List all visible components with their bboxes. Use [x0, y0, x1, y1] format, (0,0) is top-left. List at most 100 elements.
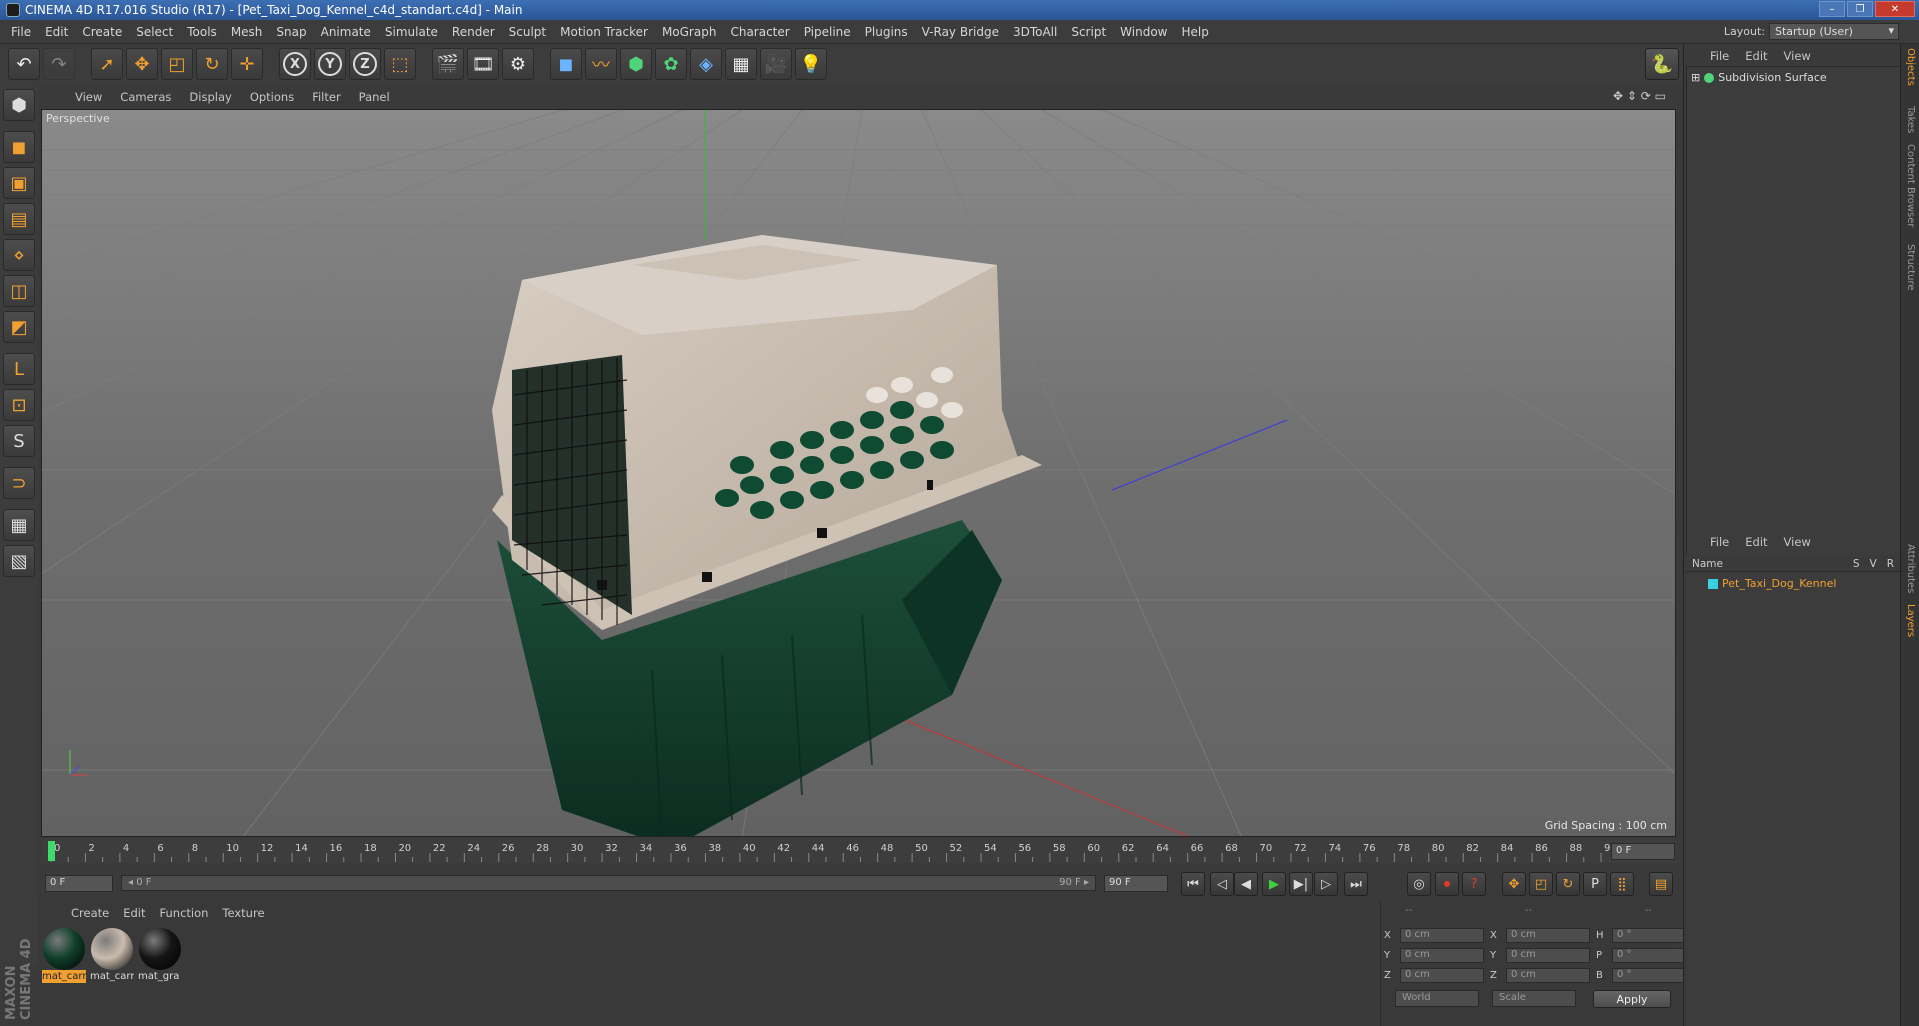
object-item-subdivision-surface[interactable]: ⊞ Subdivision Surface	[1691, 71, 1827, 84]
timeline-playhead[interactable]	[48, 841, 55, 861]
material-swatch[interactable]: mat_carr	[90, 928, 134, 988]
minimize-button[interactable]: –	[1819, 1, 1845, 17]
material-menu-texture[interactable]: Texture	[215, 906, 271, 920]
points-mode-icon[interactable]: ⋄	[3, 239, 35, 271]
redo-button[interactable]: ↷	[43, 48, 75, 80]
position-x-field[interactable]: 0 cm	[1400, 928, 1484, 943]
menu-simulate[interactable]: Simulate	[378, 25, 445, 39]
play-icon[interactable]: ▶	[1262, 872, 1286, 896]
tab-attributes[interactable]: Attributes	[1903, 544, 1918, 593]
menu-script[interactable]: Script	[1064, 25, 1113, 39]
spline-pen-icon[interactable]: 〰	[585, 48, 617, 80]
menu-edit[interactable]: Edit	[38, 25, 75, 39]
menu-vray-bridge[interactable]: V-Ray Bridge	[915, 25, 1006, 39]
menu-3dtoall[interactable]: 3DToAll	[1006, 25, 1064, 39]
tab-objects[interactable]: Objects	[1903, 48, 1918, 86]
layer-manager-list[interactable]: Pet_Taxi_Dog_Kennel	[1686, 573, 1904, 1026]
frame-range-slider[interactable]: ◂ 0 F 90 F ▸	[121, 875, 1096, 891]
viewport-menu-panel[interactable]: Panel	[350, 90, 399, 104]
array-cloner-icon[interactable]: ✿	[655, 48, 687, 80]
position-y-field[interactable]: 0 cm	[1400, 948, 1484, 963]
next-frame-icon[interactable]: ▶|	[1289, 872, 1313, 896]
current-frame-field[interactable]: 0 F	[1611, 843, 1675, 860]
scale-tool-icon[interactable]: ◰	[161, 48, 193, 80]
render-view-icon[interactable]: 🎬	[432, 48, 464, 80]
coordinate-space-dropdown[interactable]: World	[1395, 990, 1479, 1007]
z-axis-lock-button[interactable]: Z	[349, 48, 381, 80]
tweak-mode-icon[interactable]: ⊡	[3, 389, 35, 421]
record-active-objects-icon[interactable]: ⏺	[1435, 872, 1459, 896]
coordinate-system-icon[interactable]: ⬚	[384, 48, 416, 80]
menu-help[interactable]: Help	[1174, 25, 1215, 39]
render-column[interactable]: R	[1887, 558, 1894, 570]
material-menu-create[interactable]: Create	[64, 906, 116, 920]
texture-mode-icon[interactable]: ▣	[3, 167, 35, 199]
objects-menu-view[interactable]: View	[1776, 49, 1819, 63]
tab-content-browser[interactable]: Content Browser	[1903, 144, 1918, 227]
layers-menu-edit[interactable]: Edit	[1737, 535, 1775, 549]
camera-object-icon[interactable]: 🎥	[760, 48, 792, 80]
magnet-snap-icon[interactable]: ⊃	[3, 467, 35, 499]
tab-structure[interactable]: Structure	[1903, 244, 1918, 291]
viewport-menu-view[interactable]: View	[66, 90, 111, 104]
menu-pipeline[interactable]: Pipeline	[797, 25, 858, 39]
coordinate-mode-dropdown[interactable]: Scale	[1492, 990, 1576, 1007]
light-object-icon[interactable]: 💡	[795, 48, 827, 80]
viewport-menu-filter[interactable]: Filter	[303, 90, 349, 104]
record-rotation-icon[interactable]: ↻	[1556, 872, 1580, 896]
x-axis-lock-button[interactable]: X	[279, 48, 311, 80]
menu-snap[interactable]: Snap	[269, 25, 313, 39]
next-key-icon[interactable]: ▷	[1314, 872, 1338, 896]
layers-menu-view[interactable]: View	[1776, 535, 1819, 549]
menu-mograph[interactable]: MoGraph	[655, 25, 724, 39]
expand-icon[interactable]: ⊞	[1691, 71, 1700, 84]
perspective-viewport[interactable]: Perspective Grid Spacing : 100 cm	[41, 109, 1676, 837]
viewport-navigation-icons[interactable]: ✥ ⇕ ⟳ ▭	[1613, 89, 1666, 103]
snap-settings-icon[interactable]: S	[3, 425, 35, 457]
tab-layers[interactable]: Layers	[1903, 604, 1918, 637]
object-manager-list[interactable]: ⊞ Subdivision Surface	[1686, 66, 1904, 566]
undo-button[interactable]: ↶	[8, 48, 40, 80]
goto-end-icon[interactable]: ⏭	[1344, 872, 1368, 896]
size-y-field[interactable]: 0 cm	[1506, 948, 1590, 963]
end-frame-field[interactable]: 90 F	[1104, 875, 1168, 892]
prev-key-icon[interactable]: ◁	[1210, 872, 1234, 896]
timeline-window-icon[interactable]: ▤	[1649, 872, 1673, 896]
material-swatch[interactable]: mat_carr	[42, 928, 86, 988]
menu-tools[interactable]: Tools	[180, 25, 224, 39]
visible-column[interactable]: V	[1870, 558, 1877, 570]
material-menu-edit[interactable]: Edit	[116, 906, 152, 920]
menu-plugins[interactable]: Plugins	[858, 25, 915, 39]
cube-primitive-icon[interactable]: ◼	[550, 48, 582, 80]
render-picture-viewer-icon[interactable]: 🎞	[467, 48, 499, 80]
floor-object-icon[interactable]: ▦	[725, 48, 757, 80]
menu-create[interactable]: Create	[75, 25, 129, 39]
menu-file[interactable]: File	[4, 25, 38, 39]
size-z-field[interactable]: 0 cm	[1506, 968, 1590, 983]
menu-render[interactable]: Render	[445, 25, 502, 39]
menu-window[interactable]: Window	[1113, 25, 1174, 39]
record-position-icon[interactable]: ✥	[1502, 872, 1526, 896]
prev-frame-icon[interactable]: ◀	[1234, 872, 1258, 896]
menu-mesh[interactable]: Mesh	[224, 25, 270, 39]
grid-snap-icon[interactable]: ▧	[3, 545, 35, 577]
material-menu-function[interactable]: Function	[153, 906, 216, 920]
autokeying-icon[interactable]: ?	[1462, 872, 1486, 896]
python-script-icon[interactable]: 🐍	[1645, 48, 1679, 80]
edges-mode-icon[interactable]: ◫	[3, 275, 35, 307]
size-x-field[interactable]: 0 cm	[1506, 928, 1590, 943]
tab-takes[interactable]: Takes	[1903, 106, 1918, 133]
rotate-tool-icon[interactable]: ↻	[196, 48, 228, 80]
make-editable-icon[interactable]: ⬢	[3, 89, 35, 121]
close-button[interactable]: ✕	[1875, 1, 1915, 17]
menu-character[interactable]: Character	[723, 25, 796, 39]
render-settings-icon[interactable]: ⚙	[502, 48, 534, 80]
y-axis-lock-button[interactable]: Y	[314, 48, 346, 80]
live-selection-icon[interactable]: ➚	[91, 48, 123, 80]
objects-menu-file[interactable]: File	[1702, 49, 1737, 63]
workplane-mode-icon[interactable]: ▤	[3, 203, 35, 235]
goto-start-icon[interactable]: ⏮	[1181, 872, 1205, 896]
transform-tool-icon[interactable]: ✛	[231, 48, 263, 80]
menu-select[interactable]: Select	[129, 25, 180, 39]
solo-column[interactable]: S	[1853, 558, 1860, 570]
